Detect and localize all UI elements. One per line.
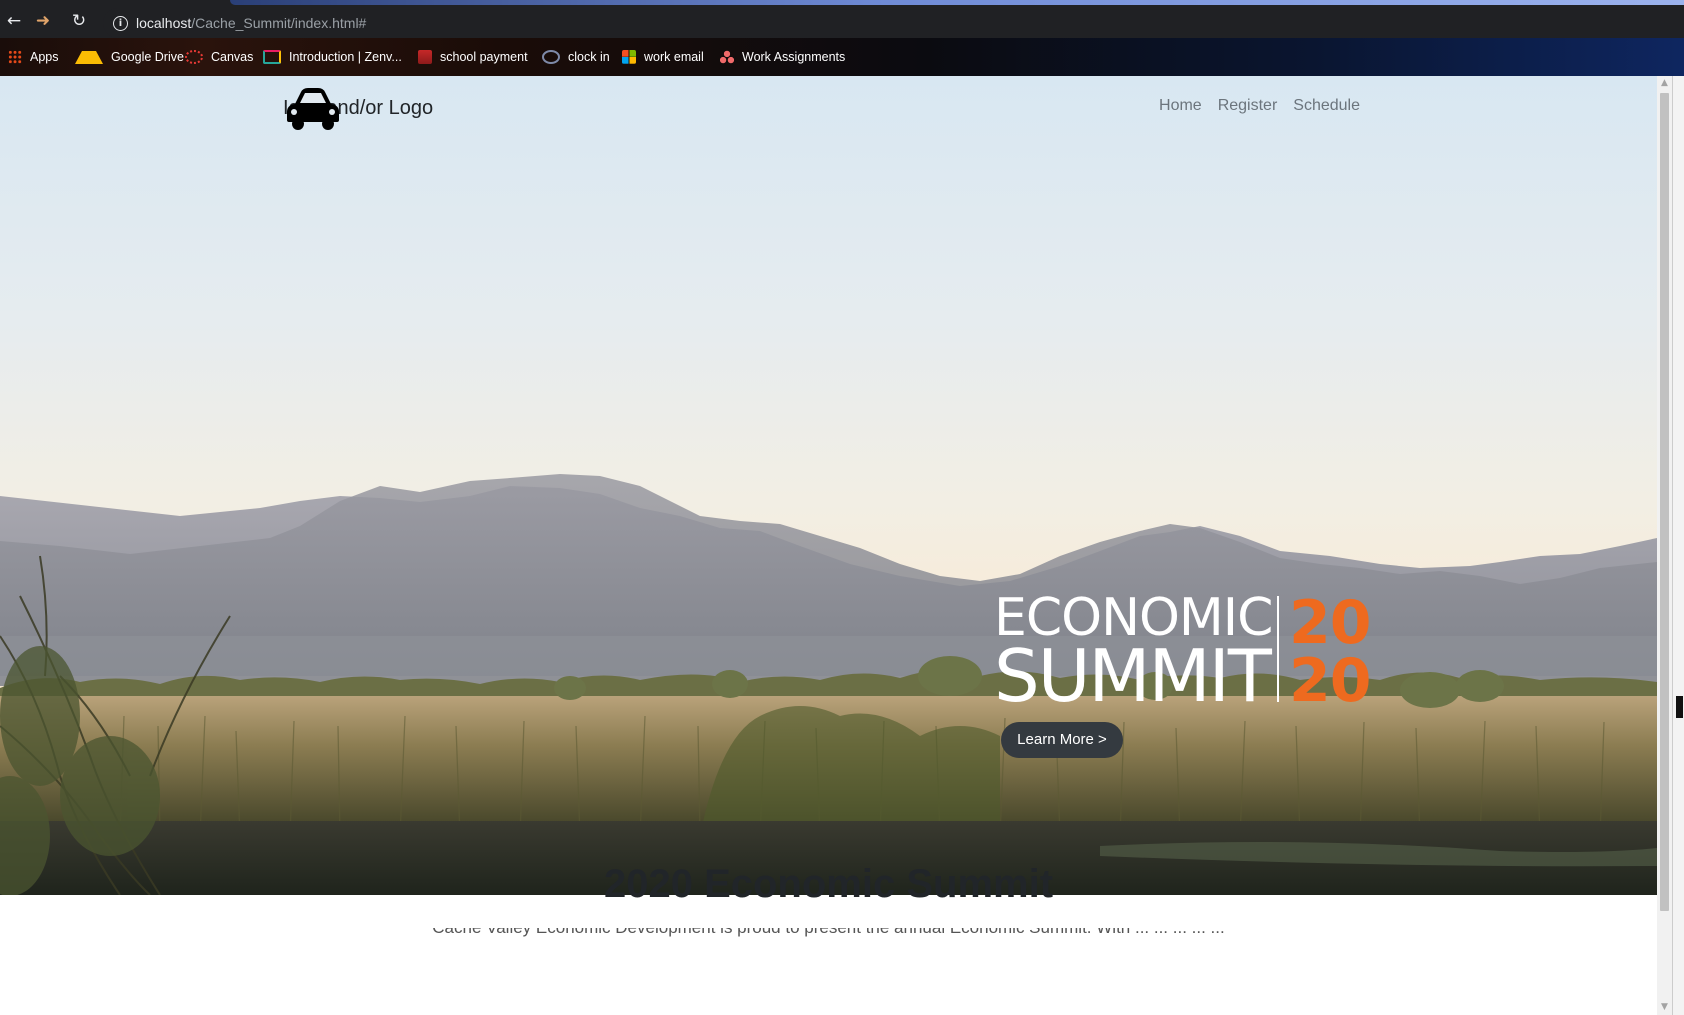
bookmarks-bar: Apps Google Drive Canvas Introduction | …	[0, 38, 1684, 76]
nav-link-register[interactable]: Register	[1218, 97, 1278, 115]
arrow-left-icon: ←	[6, 11, 22, 31]
nav-link-schedule[interactable]: Schedule	[1293, 97, 1360, 115]
bookmark-canvas[interactable]: Canvas	[185, 48, 253, 66]
page-scrollbar[interactable]: ▲ ▼	[1657, 76, 1672, 1015]
nav-link-home[interactable]: Home	[1159, 97, 1202, 115]
bookmark-apps[interactable]: Apps	[8, 48, 59, 66]
bookmark-school-payment[interactable]: school payment	[418, 48, 528, 66]
school-payment-icon	[418, 50, 432, 64]
car-icon	[287, 88, 339, 130]
info-icon[interactable]: i	[113, 16, 128, 31]
scroll-up-arrow-icon[interactable]: ▲	[1657, 76, 1672, 91]
page-title: 2020 Economic Summit	[603, 862, 1054, 906]
zenva-icon	[263, 50, 281, 64]
microsoft-icon	[622, 50, 636, 64]
summit-logo: ECONOMIC SUMMIT 20 20	[994, 588, 1374, 718]
learn-more-button[interactable]: Learn More >	[1001, 722, 1123, 758]
devtools-panel-edge	[1672, 76, 1684, 1015]
logo-word-summit: SUMMIT	[994, 634, 1272, 718]
forward-button[interactable]: ➜	[33, 11, 53, 31]
site-navbar: Icon and/or Logo Home Register Schedule	[0, 76, 1657, 142]
bookmark-google-drive[interactable]: Google Drive	[75, 48, 184, 66]
hero-section: Icon and/or Logo Home Register Schedule …	[0, 76, 1657, 895]
logo-year-bottom: 20	[1289, 646, 1371, 716]
bookmark-clock-in[interactable]: clock in	[542, 48, 610, 66]
reload-icon: ↻	[71, 11, 87, 31]
brand[interactable]: Icon and/or Logo	[283, 86, 433, 130]
clock-in-icon	[542, 50, 560, 64]
logo-divider	[1277, 596, 1279, 702]
canvas-icon	[185, 50, 203, 64]
devtools-marker	[1676, 696, 1683, 718]
bookmark-work-assignments[interactable]: Work Assignments	[720, 48, 845, 66]
url-text[interactable]: localhost/Cache_Summit/index.html#	[136, 15, 366, 31]
site-nav-links: Home Register Schedule	[1159, 97, 1360, 115]
asana-icon	[720, 50, 734, 64]
page-viewport: Icon and/or Logo Home Register Schedule …	[0, 76, 1657, 1015]
reload-button[interactable]: ↻	[69, 11, 89, 31]
scroll-thumb[interactable]	[1660, 93, 1669, 911]
apps-grid-icon	[8, 50, 22, 64]
bookmark-zenva[interactable]: Introduction | Zenv...	[263, 48, 402, 66]
address-bar[interactable]: i localhost/Cache_Summit/index.html#	[103, 8, 1684, 38]
browser-toolbar: ← ➜ ↻ i localhost/Cache_Summit/index.htm…	[0, 0, 1684, 38]
bookmark-work-email[interactable]: work email	[622, 48, 704, 66]
google-drive-icon	[75, 50, 103, 64]
landscape-photo	[0, 474, 1657, 895]
window-accent	[230, 0, 1684, 5]
back-button[interactable]: ←	[4, 11, 24, 31]
scroll-down-arrow-icon[interactable]: ▼	[1657, 1000, 1672, 1015]
arrow-right-icon: ➜	[35, 11, 51, 31]
intro-paragraph: Cache Valley Economic Development is pro…	[0, 928, 1657, 939]
